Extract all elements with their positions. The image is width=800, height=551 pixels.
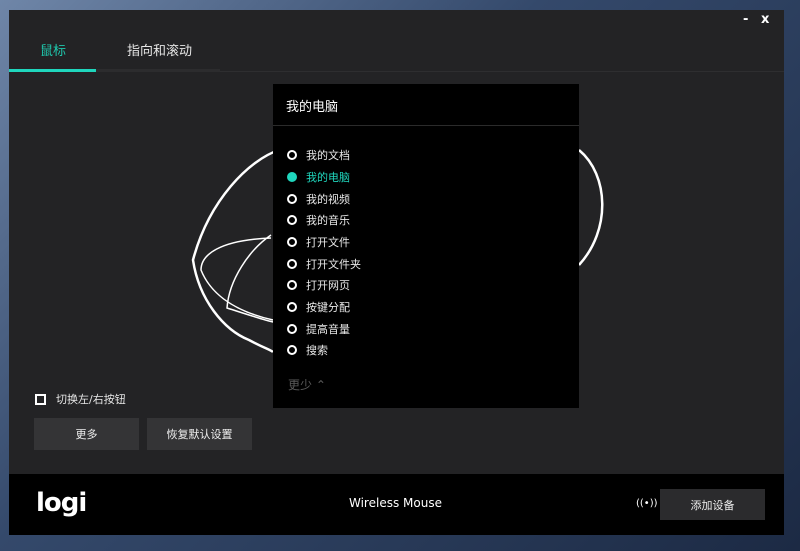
- device-name[interactable]: Wireless Mouse: [349, 496, 442, 510]
- option-my-music[interactable]: 我的音乐: [287, 212, 350, 228]
- radio-icon: [287, 259, 297, 269]
- swap-buttons-checkbox[interactable]: 切换左/右按钮: [35, 391, 126, 407]
- option-open-file[interactable]: 打开文件: [287, 234, 350, 250]
- radio-icon: [287, 215, 297, 225]
- radio-icon: [287, 194, 297, 204]
- more-button[interactable]: 更多: [34, 418, 139, 450]
- action-dropdown: 我的电脑 我的文档 我的电脑 我的视频 我的音乐 打开文件 打开文件夹 打开网页…: [273, 84, 579, 408]
- option-label: 搜索: [306, 344, 328, 357]
- option-keystroke-assignment[interactable]: 按键分配: [287, 299, 350, 315]
- radio-icon: [287, 150, 297, 160]
- restore-defaults-button[interactable]: 恢复默认设置: [147, 418, 252, 450]
- add-device-button[interactable]: 添加设备: [660, 489, 765, 520]
- option-open-webpage[interactable]: 打开网页: [287, 277, 350, 293]
- radio-icon: [287, 302, 297, 312]
- option-label: 我的文档: [306, 149, 350, 162]
- radio-selected-icon: [287, 172, 297, 182]
- option-label: 打开网页: [306, 279, 350, 292]
- radio-icon: [287, 324, 297, 334]
- option-label: 按键分配: [306, 301, 350, 314]
- dropdown-title: 我的电脑: [273, 84, 579, 126]
- option-volume-up[interactable]: 提高音量: [287, 321, 350, 337]
- radio-icon: [287, 345, 297, 355]
- option-label: 提高音量: [306, 323, 350, 336]
- option-my-computer[interactable]: 我的电脑: [287, 169, 350, 185]
- option-label: 打开文件: [306, 236, 350, 249]
- footer: logi Wireless Mouse ((•)) 添加设备: [9, 474, 784, 535]
- radio-icon: [287, 280, 297, 290]
- radio-icon: [287, 237, 297, 247]
- show-less-button[interactable]: 更少 ⌃: [288, 376, 326, 393]
- option-label: 我的电脑: [306, 171, 350, 184]
- checkbox-icon: [35, 393, 46, 405]
- option-label: 打开文件夹: [306, 258, 361, 271]
- option-label: 我的视频: [306, 193, 350, 206]
- wireless-signal-icon: ((•)): [636, 498, 658, 509]
- option-search[interactable]: 搜索: [287, 342, 328, 358]
- app-window: - x 鼠标 指向和滚动 我的电脑 我的文档 我的电脑 我的视频 我的音乐 打开…: [9, 10, 784, 535]
- logi-logo: logi: [36, 488, 87, 518]
- option-my-documents[interactable]: 我的文档: [287, 147, 350, 163]
- option-label: 我的音乐: [306, 214, 350, 227]
- checkbox-label: 切换左/右按钮: [56, 393, 126, 406]
- option-my-videos[interactable]: 我的视频: [287, 191, 350, 207]
- option-open-folder[interactable]: 打开文件夹: [287, 256, 361, 272]
